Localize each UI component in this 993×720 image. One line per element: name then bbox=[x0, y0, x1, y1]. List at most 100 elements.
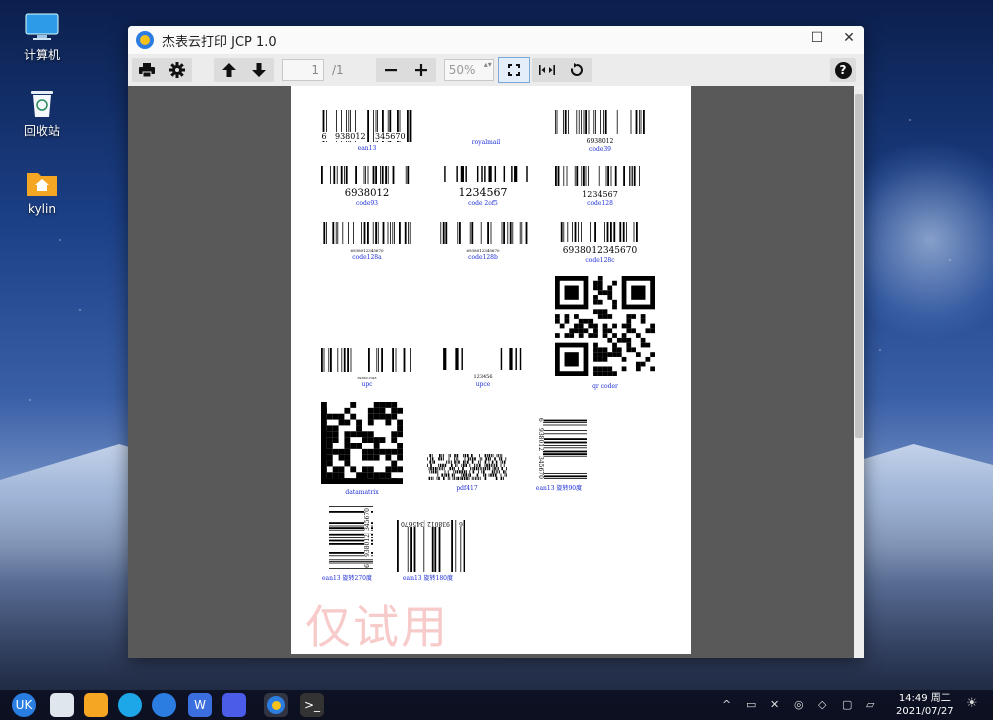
desktop-icon-kylin[interactable]: kylin bbox=[14, 168, 70, 216]
help-button[interactable]: ? bbox=[830, 58, 856, 82]
barcode-bars bbox=[443, 348, 522, 370]
barcode-label: datamatrix bbox=[345, 489, 379, 496]
barcode-label: code128a bbox=[352, 254, 382, 261]
app-logo-icon bbox=[136, 31, 154, 49]
document-viewer[interactable]: 6 938012 345670 ean13 royalmail 6938012 … bbox=[128, 86, 864, 658]
barcode-label: code93 bbox=[356, 200, 378, 207]
barcode-label: code128b bbox=[468, 254, 498, 261]
minus-icon bbox=[384, 69, 397, 72]
barcode-label: upce bbox=[475, 381, 491, 388]
plus-icon bbox=[414, 64, 427, 76]
start-menu-icon[interactable]: UK bbox=[12, 693, 36, 717]
barcode-code128c: 6938012345670 code128c bbox=[555, 222, 645, 264]
barcode-bars bbox=[444, 166, 528, 182]
desktop-icon-computer[interactable]: 计算机 bbox=[14, 12, 70, 63]
terminal-icon[interactable]: >_ bbox=[300, 693, 324, 717]
browser-icon[interactable] bbox=[152, 693, 176, 717]
home-folder-icon bbox=[25, 168, 59, 198]
fit-width-icon bbox=[538, 65, 555, 75]
trial-watermark: 仅试用 bbox=[305, 600, 449, 654]
barcode-bars bbox=[321, 348, 411, 372]
arrow-down-icon bbox=[252, 63, 266, 77]
barcode-label: code128c bbox=[585, 257, 615, 264]
barcode-qr: qr coder bbox=[555, 276, 655, 390]
app-store-icon[interactable] bbox=[118, 693, 142, 717]
desktop-icon-label: kylin bbox=[28, 202, 56, 216]
fit-page-button[interactable] bbox=[497, 57, 530, 83]
tray-expand-icon[interactable]: ^ bbox=[722, 698, 731, 711]
barcode-matrix bbox=[321, 402, 403, 484]
gear-icon bbox=[169, 62, 185, 78]
zoom-in-button[interactable] bbox=[406, 58, 436, 82]
settings-button[interactable] bbox=[162, 58, 192, 82]
barcode-bars bbox=[397, 520, 466, 572]
barcode-label: upc bbox=[361, 381, 373, 388]
print-button[interactable] bbox=[132, 58, 162, 82]
multitask-view-icon[interactable] bbox=[50, 693, 74, 717]
barcode-label: ean13 旋转180度 bbox=[403, 575, 453, 582]
print-preview-window: 杰表云打印 JCP 1.0 ☐ ✕ 1 /1 50% ▴▾ ? 6 938012… bbox=[128, 26, 864, 658]
barcode-code2of5: 1234567 code 2of5 bbox=[437, 166, 529, 207]
screen-icon[interactable]: ▢ bbox=[842, 698, 852, 711]
pen-icon[interactable]: ✕ bbox=[770, 698, 779, 711]
help-icon: ? bbox=[834, 61, 852, 79]
barcode-label: code 2of5 bbox=[468, 200, 498, 207]
desktop-icon-label: 计算机 bbox=[23, 48, 60, 62]
clock-date: 2021/07/27 bbox=[896, 706, 954, 717]
taskbar: UK W >_ ^ ▭ ✕ ◎ ◇ ▢ ▱ 14:49 周二 2021/07/2… bbox=[0, 690, 993, 720]
night-mode-icon[interactable]: ☀ bbox=[966, 696, 978, 711]
notification-icon[interactable]: ▱ bbox=[866, 698, 874, 711]
zoom-out-button[interactable] bbox=[376, 58, 406, 82]
close-button[interactable]: ✕ bbox=[840, 30, 858, 46]
next-page-button[interactable] bbox=[244, 58, 274, 82]
wps-writer-icon[interactable]: W bbox=[188, 693, 212, 717]
barcode-label: pdf417 bbox=[456, 485, 478, 492]
barcode-code128a: 6938012345670 code128a bbox=[321, 222, 413, 261]
barcode-label: ean13 旋转270度 bbox=[322, 575, 372, 582]
jcp-app-taskbar-icon[interactable] bbox=[264, 693, 288, 717]
keyboard-icon[interactable]: ▭ bbox=[746, 698, 756, 711]
barcode-label: royalmail bbox=[471, 139, 501, 146]
file-manager-icon[interactable] bbox=[84, 693, 108, 717]
barcode-ean13-rot90: 6 938012 345670 ean13 旋转90度 bbox=[535, 418, 587, 492]
barcode-code128: 1234567 code128 bbox=[555, 166, 645, 207]
vertical-scrollbar[interactable] bbox=[854, 86, 864, 658]
barcode-code93: 6938012 code93 bbox=[321, 166, 413, 207]
barcode-bars bbox=[440, 222, 528, 244]
toolbar: 1 /1 50% ? bbox=[128, 54, 864, 87]
computer-icon bbox=[25, 12, 59, 42]
barcode-bars bbox=[555, 166, 640, 186]
barcode-ean13: 6 938012 345670 ean13 bbox=[321, 110, 413, 152]
page-total: /1 bbox=[332, 63, 344, 77]
barcode-label: ean13 bbox=[357, 145, 377, 152]
network-icon[interactable]: ◇ bbox=[818, 698, 826, 711]
volume-icon[interactable]: ◎ bbox=[794, 698, 804, 711]
zoom-select[interactable]: 50% bbox=[443, 59, 494, 81]
rotate-icon bbox=[570, 63, 583, 76]
barcode-label: ean13 旋转90度 bbox=[535, 485, 583, 492]
print-icon bbox=[139, 63, 155, 77]
clock-time: 14:49 周二 bbox=[898, 693, 951, 704]
barcode-bars bbox=[323, 222, 411, 244]
trash-icon bbox=[25, 88, 59, 118]
barcode-upc: 6938012345 upc bbox=[321, 348, 413, 388]
prev-page-button[interactable] bbox=[214, 58, 244, 82]
barcode-pdf417 bbox=[427, 454, 508, 480]
rotate-button[interactable] bbox=[562, 58, 592, 82]
page-number-input[interactable]: 1 bbox=[282, 59, 324, 81]
system-clock[interactable]: 14:49 周二 2021/07/27 bbox=[896, 692, 954, 718]
maximize-button[interactable]: ☐ bbox=[808, 30, 826, 46]
desktop-icon-trash[interactable]: 回收站 bbox=[14, 88, 70, 139]
barcode-label: qr coder bbox=[592, 383, 618, 390]
window-titlebar[interactable]: 杰表云打印 JCP 1.0 ☐ ✕ bbox=[128, 26, 864, 54]
barcode-bars bbox=[555, 110, 645, 134]
barcode-code39: 6938012 code39 bbox=[555, 110, 645, 153]
search-app-icon[interactable] bbox=[222, 693, 246, 717]
desktop-icon-label: 回收站 bbox=[23, 124, 60, 138]
barcode-upce: 123456 upce bbox=[437, 348, 529, 388]
barcode-matrix bbox=[555, 276, 655, 376]
fit-width-button[interactable] bbox=[532, 58, 562, 82]
scrollbar-thumb[interactable] bbox=[855, 94, 863, 438]
barcode-code128b: 6938012345670 code128b bbox=[437, 222, 529, 261]
arrow-up-icon bbox=[222, 63, 236, 77]
